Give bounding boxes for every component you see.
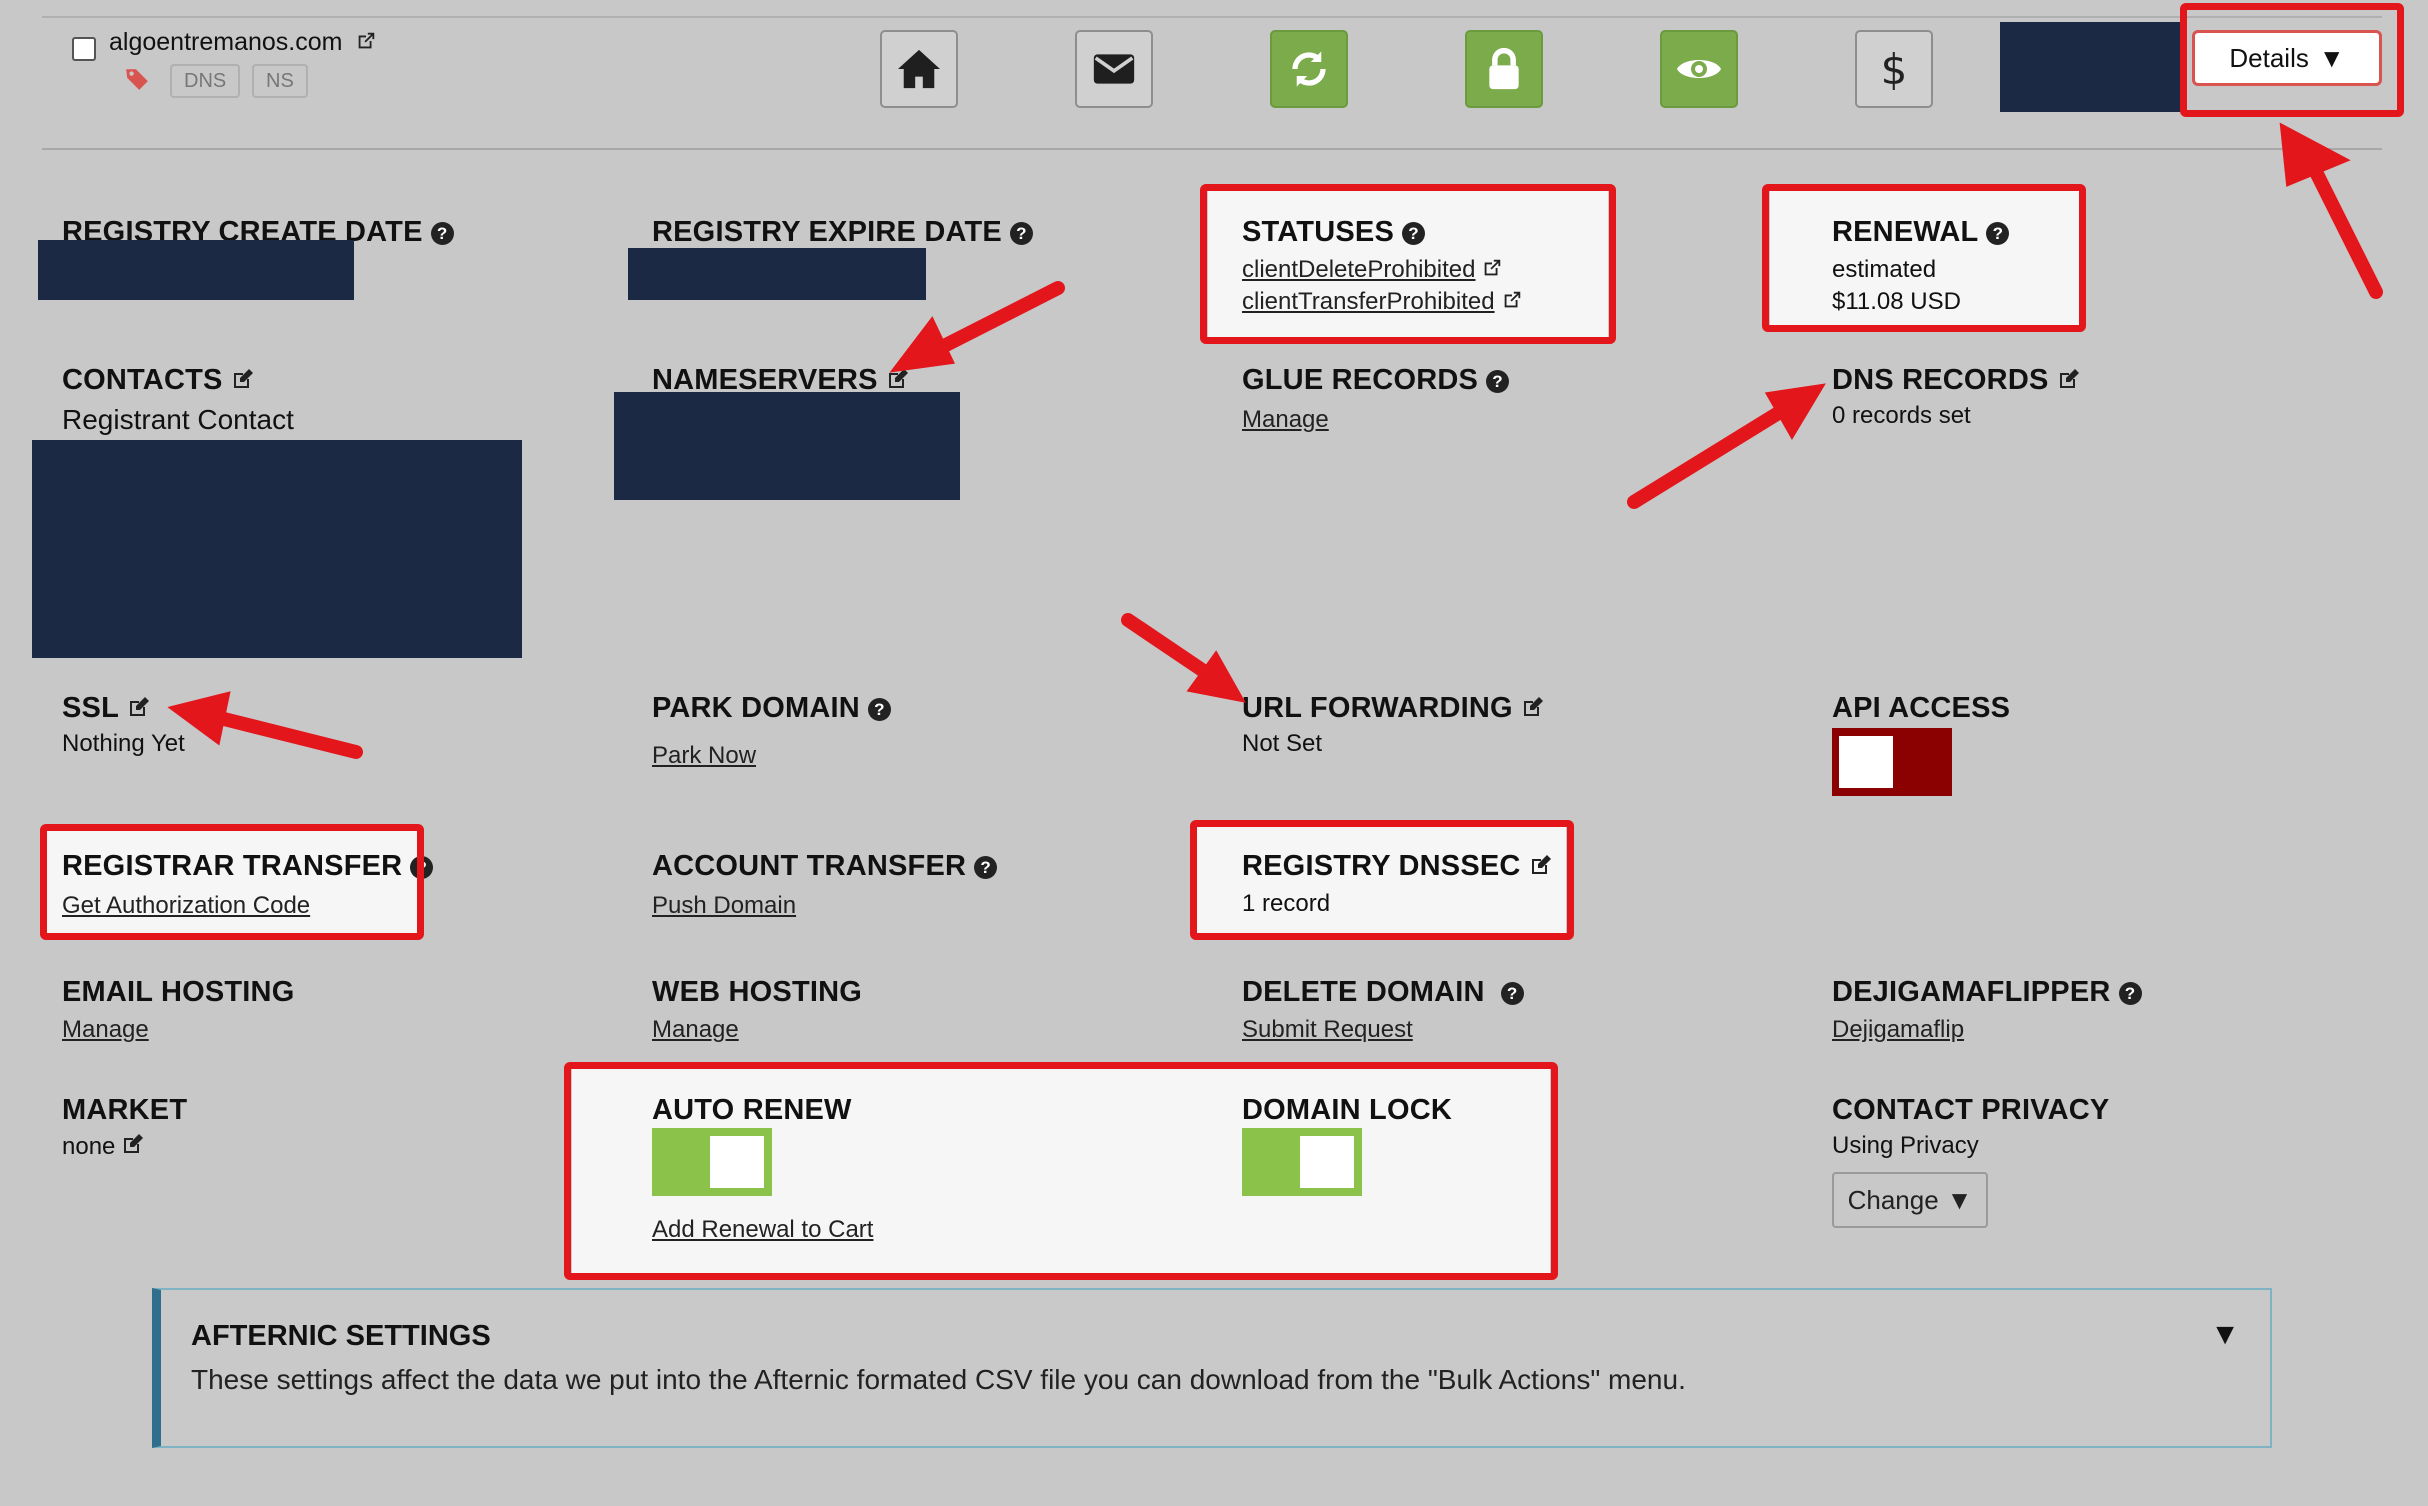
arrow-nameservers-head (889, 316, 955, 373)
afternic-settings-title: AFTERNIC SETTINGS (191, 1320, 491, 1352)
arrow-nameservers (933, 281, 1065, 355)
arrow-dns-records (1627, 405, 1787, 509)
arrow-ssl-head (167, 691, 231, 746)
afternic-settings-panel[interactable]: AFTERNIC SETTINGS These settings affect … (152, 1288, 2272, 1448)
arrow-details (2303, 153, 2383, 299)
annotation-arrows (167, 122, 2383, 759)
chevron-down-icon[interactable]: ▼ (2210, 1318, 2240, 1352)
arrow-url-forwarding (1121, 613, 1215, 681)
arrow-ssl (213, 711, 363, 759)
arrow-details-head (2279, 122, 2351, 187)
arrow-dns-records-head (1764, 383, 1826, 440)
afternic-settings-description: These settings affect the data we put in… (191, 1364, 1686, 1395)
